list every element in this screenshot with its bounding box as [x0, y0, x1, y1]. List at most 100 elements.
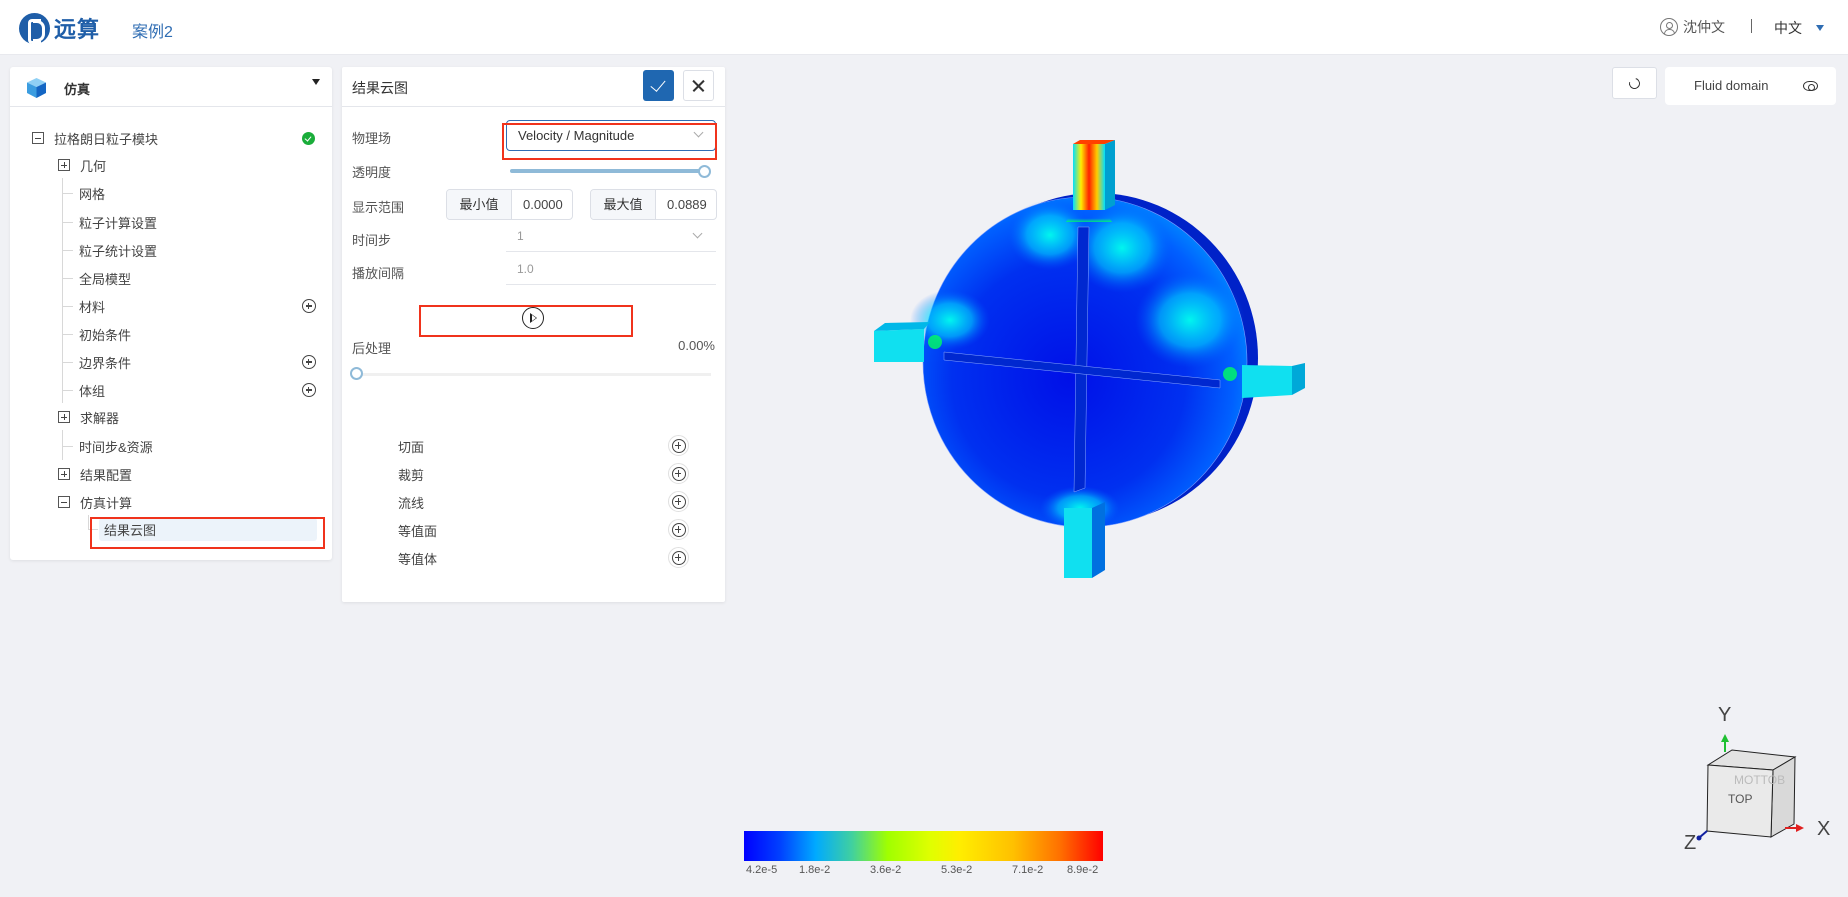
panel-title: 仿真: [64, 82, 91, 97]
top-header: 远算 案例2 沈仲文 中文: [0, 0, 1848, 55]
add-icon: [671, 522, 686, 537]
tree-item-label: 几何: [80, 158, 107, 174]
max-value-input[interactable]: 0.0889: [656, 190, 716, 219]
min-value-input[interactable]: 0.0000: [512, 190, 572, 219]
cube-icon: [27, 78, 46, 98]
user-menu[interactable]: 沈仲文: [1660, 17, 1725, 37]
z-axis-label: Z: [1684, 832, 1697, 854]
tree-item[interactable]: 体组: [79, 378, 105, 402]
colorbar-tick-label: 3.6e-2: [870, 864, 902, 876]
tree-item[interactable]: 全局模型: [79, 266, 131, 290]
reset-view-button[interactable]: [1612, 67, 1657, 99]
colorbar: [744, 831, 1103, 861]
postprocess-item: 流线: [398, 496, 425, 511]
expand-icon[interactable]: [58, 411, 70, 423]
tree-item-label: 初始条件: [79, 327, 132, 343]
playback-slider[interactable]: [356, 373, 711, 376]
tree-item-label: 结果配置: [80, 467, 133, 483]
user-icon: [1660, 18, 1678, 36]
tree-item[interactable]: 网格: [79, 181, 105, 205]
tree-item-label: 拉格朗日粒子模块: [54, 131, 159, 147]
outlet-bottom: [1064, 508, 1092, 578]
logo-badge-icon: [19, 12, 50, 44]
interval-value: 1.0: [517, 262, 534, 276]
user-name: 沈仲文: [1683, 19, 1725, 35]
tree-item[interactable]: 初始条件: [79, 322, 131, 346]
opacity-slider[interactable]: [510, 169, 706, 173]
add-icon: [671, 438, 686, 453]
tree-item[interactable]: 材料: [79, 294, 105, 318]
tree-item[interactable]: 时间步&资源: [79, 434, 153, 458]
tree-connector: [88, 515, 89, 530]
add-icon[interactable]: [302, 355, 316, 369]
expand-icon[interactable]: [58, 468, 70, 480]
add-icon[interactable]: [302, 383, 316, 397]
add-postprocess-button[interactable]: [668, 491, 689, 512]
colorbar-tick-label: 8.9e-2: [1067, 864, 1099, 876]
tree-item-label: 粒子计算设置: [79, 215, 158, 231]
header-divider: [1751, 19, 1752, 33]
caret-down-icon[interactable]: [312, 79, 320, 85]
tree-item[interactable]: 边界条件: [79, 350, 131, 374]
display-range-label: 显示范围: [352, 200, 405, 215]
app-logo[interactable]: 远算: [19, 12, 100, 44]
caret-down-icon[interactable]: [1816, 25, 1824, 31]
tree-item[interactable]: 几何: [58, 153, 106, 177]
tree-item[interactable]: 粒子统计设置: [79, 238, 157, 262]
playback-slider-handle[interactable]: [350, 367, 363, 380]
postprocess-item: 等值面: [398, 524, 438, 539]
add-postprocess-button[interactable]: [668, 463, 689, 484]
tree-item[interactable]: 求解器: [58, 405, 119, 429]
add-postprocess-button[interactable]: [668, 519, 689, 540]
confirm-button[interactable]: [643, 70, 674, 101]
postprocess-item: 切面: [398, 440, 425, 455]
add-icon[interactable]: [302, 299, 316, 313]
outlet-right-side: [1292, 363, 1305, 395]
close-button[interactable]: [683, 70, 714, 101]
tree-item-label: 全局模型: [79, 271, 132, 287]
interval-input[interactable]: 1.0: [506, 255, 716, 285]
z-axis-arrow: [1699, 830, 1708, 838]
tree-item-label: 求解器: [80, 410, 120, 426]
tree-connector: [63, 446, 73, 447]
tree-connector: [63, 390, 73, 391]
tree-item-label: 时间步&资源: [79, 439, 153, 455]
tree-item[interactable]: 拉格朗日粒子模块: [32, 126, 158, 150]
tree-item[interactable]: 结果配置: [58, 462, 132, 486]
timestep-select[interactable]: 1: [506, 222, 716, 252]
domain-label: Fluid domain: [1694, 78, 1769, 93]
eye-icon[interactable]: [1803, 81, 1818, 91]
panel-header[interactable]: 仿真: [10, 67, 332, 107]
min-value-label: 最小值: [447, 190, 512, 219]
add-postprocess-button[interactable]: [668, 435, 689, 456]
cube-face-label: TOP: [1728, 792, 1752, 806]
tree-item[interactable]: 粒子计算设置: [79, 210, 157, 234]
max-value-label: 最大值: [591, 190, 656, 219]
language-selector[interactable]: 中文: [1774, 18, 1802, 38]
opacity-slider-handle[interactable]: [698, 165, 711, 178]
outlet-bottom-side: [1092, 502, 1105, 578]
add-icon: [671, 550, 686, 565]
3d-model-view[interactable]: [860, 130, 1320, 590]
domain-visibility-toggle[interactable]: Fluid domain: [1665, 67, 1836, 105]
tree-item[interactable]: 仿真计算: [58, 490, 132, 514]
collapse-icon[interactable]: [32, 132, 44, 144]
tree-connector: [62, 430, 63, 460]
glow-right: [1135, 272, 1245, 368]
cube-side-face[interactable]: [1770, 756, 1796, 838]
x-axis-label: X: [1817, 818, 1831, 840]
colorbar-tick-label: 4.2e-5: [746, 864, 778, 876]
expand-icon[interactable]: [58, 159, 70, 171]
case-name[interactable]: 案例2: [132, 18, 173, 42]
colorbar-tick-label: 1.8e-2: [799, 864, 831, 876]
collapse-icon[interactable]: [58, 496, 70, 508]
colorbar-tick-label: 5.3e-2: [941, 864, 973, 876]
postprocess-item: 等值体: [398, 552, 438, 567]
chevron-down-icon: [692, 228, 703, 239]
opacity-label: 透明度: [352, 165, 392, 180]
outlet-left: [874, 329, 924, 362]
tree-connector: [63, 250, 73, 251]
add-postprocess-button[interactable]: [668, 547, 689, 568]
min-value-group: 最小值 0.0000: [446, 189, 573, 220]
tree-connector: [63, 278, 73, 279]
